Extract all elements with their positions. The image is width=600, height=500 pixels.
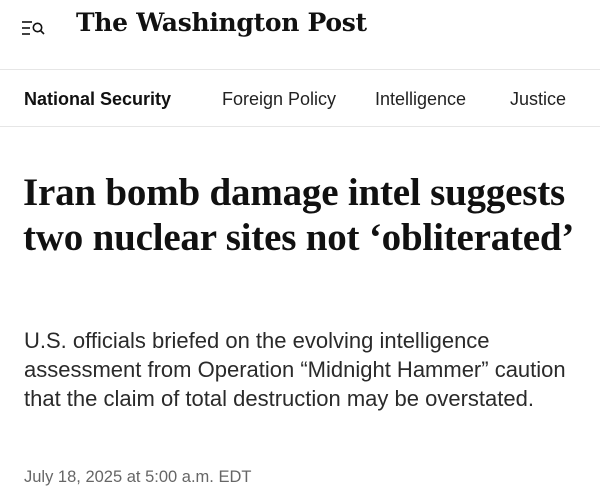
top-bar: The Washington Post xyxy=(0,0,600,70)
menu-search-icon-graphic xyxy=(22,21,45,35)
masthead-logo[interactable]: The Washington Post xyxy=(76,10,367,35)
article-headline: Iran bomb damage intel suggests two nucl… xyxy=(23,171,575,259)
section-nav: National Security Foreign Policy Intelli… xyxy=(0,71,600,127)
nav-item-intelligence[interactable]: Intelligence xyxy=(375,88,466,110)
menu-search-icon[interactable] xyxy=(22,18,46,38)
article-dek: U.S. officials briefed on the evolving i… xyxy=(24,328,566,411)
nav-item-justice[interactable]: Justice xyxy=(510,88,566,110)
nav-item-national-security[interactable]: National Security xyxy=(24,88,171,110)
article-dateline: July 18, 2025 at 5:00 a.m. EDT xyxy=(24,468,252,486)
nav-item-foreign-policy[interactable]: Foreign Policy xyxy=(222,88,336,110)
